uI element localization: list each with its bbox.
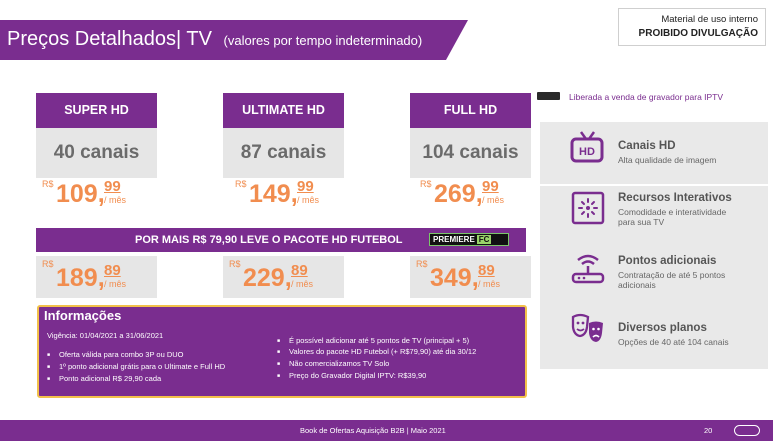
info-right-item: É possível adicionar até 5 pontos de TV …: [277, 336, 469, 345]
currency-label: R$: [420, 179, 432, 189]
futebol-price-super-hd: R$ 189, 89 / mês: [42, 259, 137, 293]
info-left-item: Ponto adicional R$ 29,90 cada: [47, 374, 161, 383]
footer-text: Book de Ofertas Aquisição B2B | Maio 202…: [300, 426, 446, 435]
page-number: 20: [704, 426, 713, 435]
price-period: / mês: [478, 279, 501, 289]
feature-title: Recursos Interativos: [618, 192, 732, 204]
price-integer: 149,: [249, 180, 298, 208]
hd-tv-icon: HD: [570, 131, 604, 163]
price-integer: 229,: [243, 264, 292, 292]
title-text: Preços Detalhados: [7, 28, 176, 50]
interactive-icon: [571, 191, 605, 225]
price-decimal: 89: [478, 262, 495, 279]
internal-use-badge: Material de uso interno PROIBIDO DIVULGA…: [618, 8, 766, 46]
futebol-offer-text: POR MAIS R$ 79,90 LEVE O PACOTE HD FUTEB…: [135, 234, 403, 246]
recorder-note: Liberada a venda de gravador para IPTV: [569, 92, 724, 102]
plan-channels-full-hd: 104 canais: [410, 128, 531, 178]
page-title: Preços Detalhados| TV (valores por tempo…: [7, 28, 422, 51]
feature-title: Pontos adicionais: [618, 255, 717, 267]
feature-title: Diversos planos: [618, 322, 707, 334]
plan-price-ultimate-hd: R$ 149, 99 / mês: [235, 178, 325, 209]
currency-label: R$: [42, 179, 54, 189]
plan-price-super-hd: R$ 109, 99 / mês: [42, 178, 132, 209]
recorder-device-icon: [537, 92, 560, 100]
brand-logo-icon: [734, 425, 760, 436]
price-decimal: 99: [297, 178, 314, 195]
price-decimal: 99: [104, 178, 121, 195]
svg-text:HD: HD: [579, 146, 595, 158]
title-separator: |: [175, 28, 182, 50]
feature-title: Canais HD: [618, 140, 676, 152]
plan-channels-super-hd: 40 canais: [36, 128, 157, 178]
price-integer: 109,: [56, 180, 105, 208]
price-period: / mês: [297, 195, 320, 205]
info-vigencia: Vigência: 01/04/2021 a 31/06/2021: [47, 331, 164, 340]
price-period: / mês: [104, 195, 127, 205]
price-period: / mês: [482, 195, 505, 205]
title-section: TV: [186, 28, 212, 50]
plan-header-ultimate-hd: ULTIMATE HD: [223, 93, 344, 128]
premiere-logo-text: PREMIERE: [433, 235, 475, 244]
currency-label: R$: [235, 179, 247, 189]
currency-label: R$: [42, 259, 54, 269]
title-subtitle: (valores por tempo indeterminado): [223, 33, 423, 48]
info-left-item: 1º ponto adicional grátis para o Ultimat…: [47, 362, 225, 371]
slide: Preços Detalhados| TV (valores por tempo…: [0, 0, 773, 441]
plan-channels-ultimate-hd: 87 canais: [223, 128, 344, 178]
feature-sub: Opções de 40 até 104 canais: [618, 337, 729, 347]
router-icon: [571, 254, 605, 284]
info-right-item: Valores do pacote HD Futebol (+ R$79,90)…: [277, 347, 476, 356]
feature-sub: adicionais: [618, 280, 656, 290]
premiere-fc-logo: PREMIERE FC: [429, 233, 509, 246]
info-title: Informações: [44, 308, 122, 323]
currency-label: R$: [229, 259, 241, 269]
price-decimal: 89: [104, 262, 121, 279]
feature-sub: para sua TV: [618, 217, 665, 227]
feature-sub: Contratação de até 5 pontos: [618, 270, 726, 280]
feature-sub: Alta qualidade de imagem: [618, 155, 717, 165]
feature-sub: Comodidade e interatividade: [618, 207, 727, 217]
theater-masks-icon: [571, 313, 603, 342]
futebol-price-ultimate-hd: R$ 229, 89 / mês: [229, 259, 324, 293]
plan-price-full-hd: R$ 269, 99 / mês: [420, 178, 510, 209]
plan-header-super-hd: SUPER HD: [36, 93, 157, 128]
price-period: / mês: [104, 279, 127, 289]
info-right-item: Não comercializamos TV Solo: [277, 359, 389, 368]
futebol-price-full-hd: R$ 349, 89 / mês: [416, 259, 511, 293]
price-integer: 269,: [434, 180, 483, 208]
price-integer: 189,: [56, 264, 105, 292]
price-integer: 349,: [430, 264, 479, 292]
price-decimal: 89: [291, 262, 308, 279]
price-decimal: 99: [482, 178, 499, 195]
badge-line2: PROIBIDO DIVULGAÇÃO: [638, 28, 758, 39]
plan-header-full-hd: FULL HD: [410, 93, 531, 128]
info-right-item: Preço do Gravador Digital IPTV: R$39,90: [277, 371, 426, 380]
premiere-logo-fc: FC: [476, 235, 492, 244]
info-left-item: Oferta válida para combo 3P ou DUO: [47, 350, 183, 359]
badge-line1: Material de uso interno: [661, 14, 758, 25]
currency-label: R$: [416, 259, 428, 269]
price-period: / mês: [291, 279, 314, 289]
